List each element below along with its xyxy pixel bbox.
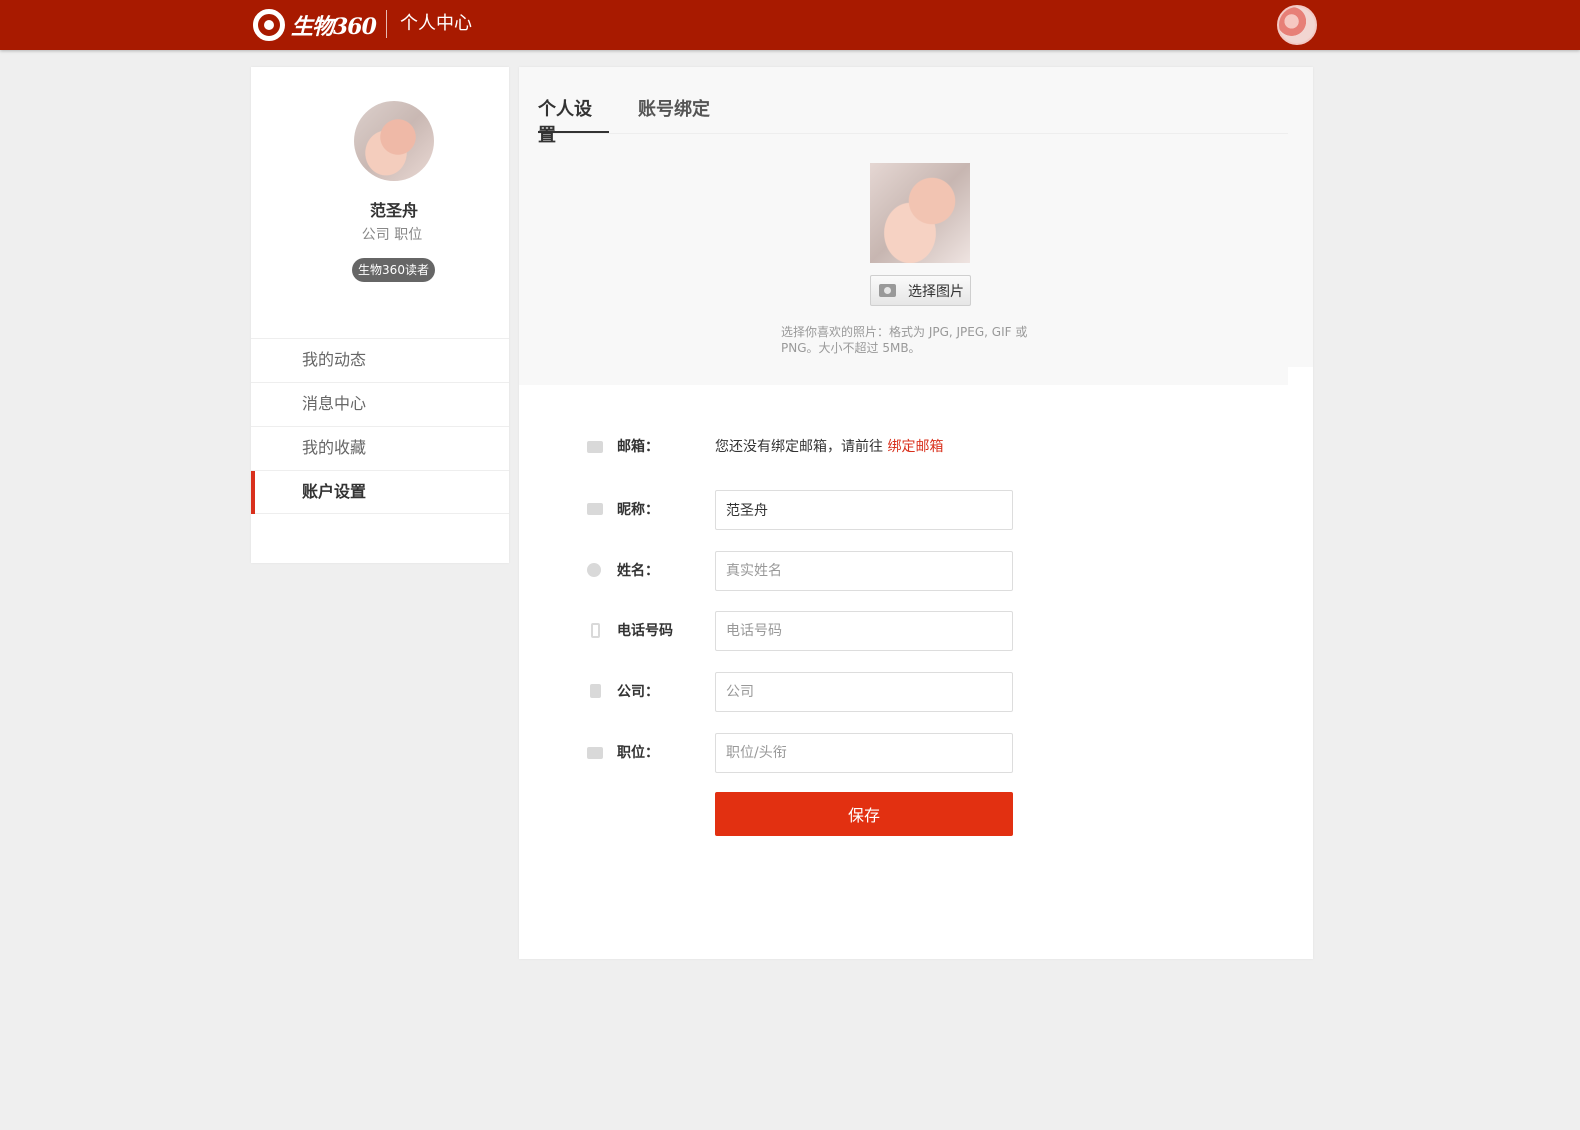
email-status: 您还没有绑定邮箱，请前往 绑定邮箱	[715, 427, 943, 467]
reader-badge: 生物360读者	[352, 258, 435, 282]
briefcase-icon	[587, 747, 603, 759]
email-label: 邮箱：	[617, 439, 659, 455]
email-row: 邮箱： 您还没有绑定邮箱，请前往 绑定邮箱	[519, 427, 1313, 467]
realname-label: 姓名：	[617, 563, 659, 579]
sidebar-nav: 我的动态 消息中心 我的收藏 账户设置	[251, 338, 509, 514]
realname-row: 姓名：	[519, 551, 1313, 591]
company-row: 公司：	[519, 672, 1313, 712]
company-label: 公司：	[617, 684, 659, 700]
profile-name: 范圣舟	[369, 201, 418, 220]
settings-tabs: 个人设置 账号绑定	[538, 67, 1288, 146]
choose-image-label: 选择图片	[908, 283, 964, 300]
settings-panel: 个人设置 账号绑定 选择图片 选择你喜欢的照片：格式为 JPG, JPEG, G…	[519, 67, 1313, 959]
profile-company-position: 公司 职位	[361, 227, 423, 243]
top-bar: 生物360 个人中心	[0, 0, 1580, 50]
list-icon	[587, 503, 603, 515]
phone-row: 电话号码	[519, 611, 1313, 651]
phone-label: 电话号码	[617, 623, 673, 639]
user-icon	[587, 563, 601, 577]
nickname-row: 昵称：	[519, 490, 1313, 530]
mail-icon	[587, 441, 603, 453]
nickname-input[interactable]	[715, 490, 1013, 530]
company-input[interactable]	[715, 672, 1013, 712]
building-icon	[590, 684, 601, 698]
position-row: 职位：	[519, 733, 1313, 773]
position-label: 职位：	[617, 745, 659, 761]
photo-hint: 选择你喜欢的照片：格式为 JPG, JPEG, GIF 或 PNG。大小不超过 …	[781, 325, 1028, 355]
logo-ring-icon	[253, 9, 285, 41]
page-title: 个人中心	[400, 13, 472, 34]
camera-icon	[879, 284, 896, 297]
bind-email-link[interactable]: 绑定邮箱	[887, 439, 943, 455]
logo-text: 生物360	[291, 14, 377, 40]
realname-input[interactable]	[715, 551, 1013, 591]
tab-account-binding[interactable]: 账号绑定	[638, 95, 710, 133]
profile-sidebar: 范圣舟 公司 职位 生物360读者 我的动态 消息中心 我的收藏 账户设置	[251, 67, 509, 563]
avatar-preview	[870, 163, 970, 263]
header-divider	[386, 10, 387, 38]
email-status-text: 您还没有绑定邮箱，请前往	[715, 439, 888, 455]
sidebar-item-favorites[interactable]: 我的收藏	[251, 426, 509, 470]
sidebar-item-activity[interactable]: 我的动态	[251, 338, 509, 382]
photo-section-bottom	[519, 367, 1288, 385]
sidebar-item-messages[interactable]: 消息中心	[251, 382, 509, 426]
phone-icon	[591, 623, 600, 638]
user-avatar-button[interactable]	[1277, 5, 1317, 45]
position-input[interactable]	[715, 733, 1013, 773]
choose-image-button[interactable]: 选择图片	[870, 275, 971, 306]
site-logo[interactable]: 生物360	[253, 8, 377, 42]
profile-avatar	[354, 101, 434, 181]
phone-input[interactable]	[715, 611, 1013, 651]
tab-personal-settings[interactable]: 个人设置	[538, 95, 609, 146]
nickname-label: 昵称：	[617, 502, 659, 518]
save-button[interactable]: 保存	[715, 792, 1013, 836]
sidebar-item-account-settings[interactable]: 账户设置	[251, 470, 509, 514]
